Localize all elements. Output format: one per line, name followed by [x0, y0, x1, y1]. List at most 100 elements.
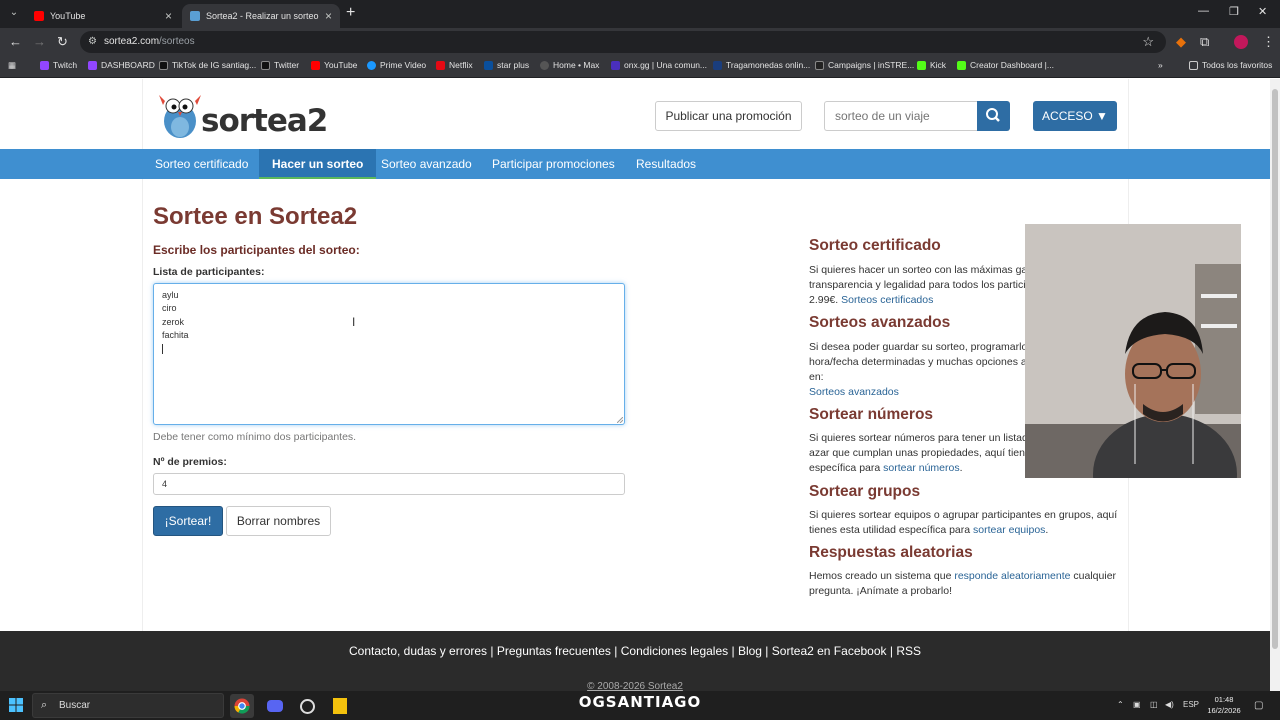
link-sortear-numeros[interactable]: sortear números [883, 462, 959, 474]
publish-promotion-button[interactable]: Publicar una promoción [655, 101, 802, 131]
ibeam-cursor-icon: I [352, 315, 356, 329]
participants-label: Lista de participantes: [153, 266, 265, 278]
bookmarks-bar: ▦ Twitch DASHBOARD TikTok de IG santiag.… [0, 56, 1280, 78]
minimize-icon[interactable]: — [1198, 5, 1209, 17]
link-responde-aleatoriamente[interactable]: responde aleatoriamente [954, 570, 1070, 582]
nav-participar-promociones[interactable]: Participar promociones [479, 149, 628, 179]
bookmark-tragamonedas[interactable]: Tragamonedas onlin... [713, 60, 810, 70]
menu-kebab-icon[interactable]: ⋮ [1262, 34, 1275, 50]
footer-link-blog[interactable]: Blog [738, 644, 762, 658]
kick-icon [957, 60, 966, 70]
sortear-button[interactable]: ¡Sortear! [153, 506, 223, 536]
footer-link-facebook[interactable]: Sortea2 en Facebook [772, 644, 887, 658]
back-icon[interactable]: ← [9, 34, 22, 50]
extensions-puzzle-icon[interactable]: ⧉ [1200, 34, 1209, 50]
youtube-favicon-icon [34, 11, 44, 21]
close-tab-icon[interactable]: × [165, 9, 172, 23]
footer-link-faq[interactable]: Preguntas frecuentes [497, 644, 611, 658]
bookmark-kick[interactable]: Kick [917, 60, 946, 70]
sortea2-favicon-icon [190, 11, 200, 21]
bookmark-dashboard[interactable]: DASHBOARD [88, 60, 155, 70]
netflix-icon [436, 60, 445, 70]
prime-video-icon [367, 60, 376, 70]
access-dropdown-button[interactable]: ACCESO ▼ [1033, 101, 1117, 131]
prizes-input[interactable]: 4 [153, 473, 625, 495]
extension-icon[interactable]: ◆ [1176, 34, 1186, 50]
youtube-icon [311, 60, 320, 70]
sidebar-heading-sortear-grupos: Sortear grupos [809, 483, 921, 500]
resize-handle-icon[interactable] [617, 417, 623, 423]
site-footer: Contacto, dudas y errores | Preguntas fr… [0, 631, 1270, 692]
sidebar-heading-sorteos-avanzados: Sorteos avanzados [809, 314, 951, 331]
prizes-label: Nº de premios: [153, 456, 227, 468]
participant-line: ciro [162, 303, 177, 313]
page-title: Sortee en Sortea2 [153, 203, 358, 230]
text-caret [162, 344, 163, 354]
search-button[interactable] [977, 101, 1010, 131]
close-tab-icon[interactable]: × [325, 9, 332, 23]
link-sortear-equipos[interactable]: sortear equipos [973, 524, 1045, 536]
bookmark-prime-video[interactable]: Prime Video [367, 60, 426, 70]
search-icon [986, 108, 1000, 122]
logo-text: sortea2 [201, 103, 328, 139]
participants-hint: Debe tener como mínimo dos participantes… [153, 431, 357, 443]
bookmark-netflix[interactable]: Netflix [436, 60, 473, 70]
reload-icon[interactable]: ↻ [57, 34, 68, 50]
profile-avatar[interactable] [1234, 35, 1248, 49]
nav-sorteo-certificado[interactable]: Sorteo certificado [142, 149, 261, 179]
tiktok-icon [159, 60, 168, 70]
participant-line: aylu [162, 290, 179, 300]
tab-search-icon[interactable]: ⌄ [6, 5, 22, 21]
footer-link-rss[interactable]: RSS [896, 644, 921, 658]
new-tab-icon[interactable]: + [346, 5, 355, 21]
tab-title: YouTube [50, 11, 86, 21]
sidebar-heading-respuestas-aleatorias: Respuestas aleatorias [809, 544, 973, 561]
restore-icon[interactable]: ❐ [1229, 5, 1239, 18]
tab-youtube[interactable]: YouTube × [26, 4, 180, 28]
close-window-icon[interactable]: ✕ [1258, 5, 1267, 18]
nav-hacer-un-sorteo[interactable]: Hacer un sorteo [259, 149, 377, 179]
link-sorteos-certificados[interactable]: Sorteos certificados [841, 294, 933, 306]
footer-links: Contacto, dudas y errores | Preguntas fr… [348, 644, 921, 658]
bookmark-star-plus[interactable]: star plus [484, 60, 529, 70]
footer-link-legal[interactable]: Condiciones legales [621, 644, 728, 658]
bookmark-youtube[interactable]: YouTube [311, 60, 357, 70]
bookmark-max[interactable]: Home • Max [540, 60, 599, 70]
sidebar-heading-sorteo-certificado: Sorteo certificado [809, 237, 941, 254]
all-bookmarks[interactable]: Todos los favoritos [1189, 60, 1272, 70]
search-input[interactable] [824, 101, 977, 131]
address-bar[interactable]: ⚙ sortea2.com/sorteos ☆ [80, 31, 1166, 53]
sidebar-text-sortear-grupos: Si quieres sortear equipos o agrupar par… [809, 509, 1118, 536]
sortea2-logo[interactable]: sortea2 [155, 89, 328, 141]
bookmark-campaigns[interactable]: Campaigns | inSTRE... [815, 60, 914, 70]
instream-icon [815, 60, 824, 70]
webcam-overlay [1025, 224, 1241, 478]
participants-textarea[interactable]: aylu ciro zerok fachita I [153, 283, 625, 425]
scrollbar-thumb[interactable] [1272, 89, 1278, 649]
bookmark-star-icon[interactable]: ☆ [1142, 34, 1154, 50]
forward-icon[interactable]: → [33, 34, 46, 50]
casino-icon [713, 60, 722, 70]
x-twitter-icon [261, 60, 270, 70]
nav-sorteo-avanzado[interactable]: Sorteo avanzado [368, 149, 485, 179]
bookmark-twitch[interactable]: Twitch [40, 60, 77, 70]
clear-names-button[interactable]: Borrar nombres [226, 506, 331, 536]
bookmark-twitter[interactable]: Twitter [261, 60, 299, 70]
onx-icon [611, 60, 620, 70]
bookmark-onx[interactable]: onx.gg | Una comun... [611, 60, 707, 70]
page-scrollbar[interactable] [1270, 79, 1280, 691]
apps-grid-icon[interactable]: ▦ [8, 60, 16, 71]
logo-mascot-icon [159, 95, 201, 138]
twitch-icon [88, 60, 97, 70]
site-info-icon[interactable]: ⚙ [88, 36, 100, 48]
footer-link-contacto[interactable]: Contacto, dudas y errores [349, 644, 487, 658]
nav-resultados[interactable]: Resultados [623, 149, 709, 179]
more-bookmarks-icon[interactable]: » [1158, 60, 1163, 70]
url-text: sortea2.com/sorteos [104, 36, 195, 47]
bookmark-tiktok[interactable]: TikTok de IG santiag... [159, 60, 256, 70]
folder-icon [1189, 60, 1198, 70]
participant-line: fachita [162, 330, 189, 340]
bookmark-creator-dashboard[interactable]: Creator Dashboard |... [957, 60, 1054, 70]
tab-sortea2[interactable]: Sortea2 - Realizar un sorteo × [182, 4, 340, 28]
participant-line: zerok [162, 317, 185, 327]
